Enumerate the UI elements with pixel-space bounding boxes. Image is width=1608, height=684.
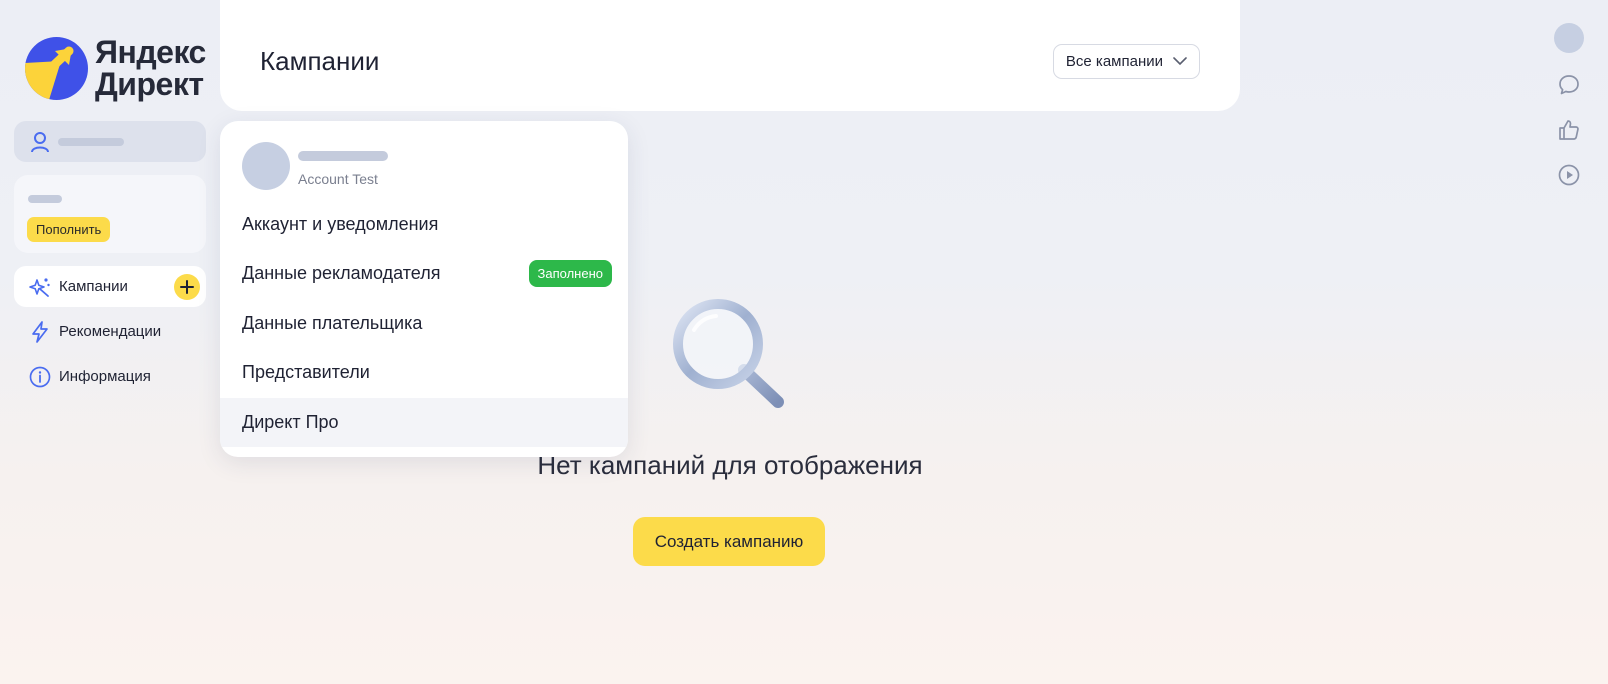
user-name-placeholder [298, 151, 388, 161]
add-campaign-button[interactable] [174, 274, 200, 300]
balance-placeholder [28, 195, 62, 203]
sidebar-item-information[interactable]: Информация [14, 356, 206, 397]
menu-item-label: Данные плательщика [242, 313, 423, 333]
filter-select-value: Все кампании [1065, 53, 1163, 70]
chevron-down-icon [1173, 53, 1187, 70]
menu-item-label: Директ Про [242, 412, 339, 432]
logo-text: Яндекс Директ [95, 34, 206, 102]
status-badge: Заполнено [528, 260, 612, 287]
sparkle-icon [29, 276, 51, 298]
menu-item-label: Аккаунт и уведомления [242, 214, 439, 234]
account-name: Account Test [298, 171, 378, 187]
play-icon[interactable] [1554, 160, 1584, 190]
topup-button[interactable]: Пополнить [27, 217, 111, 242]
user-icon [30, 131, 50, 153]
sidebar-item-recommendations[interactable]: Рекомендации [14, 311, 206, 352]
avatar [242, 142, 290, 190]
magnifier-icon [664, 296, 794, 414]
user-account-switcher[interactable] [14, 121, 206, 162]
balance-card: Пополнить [14, 175, 206, 253]
logo-circle-icon [25, 37, 88, 100]
sidebar-item-label: Кампании [59, 278, 128, 295]
sidebar-item-label: Рекомендации [59, 323, 162, 340]
user-menu-popup: Account Test Аккаунт и уведомления Данны… [220, 121, 628, 457]
thumbs-up-icon[interactable] [1554, 115, 1584, 145]
yandex-direct-logo[interactable]: Яндекс Директ [25, 36, 206, 102]
avatar[interactable] [1554, 23, 1584, 53]
campaign-filter-select[interactable]: Все кампании [1052, 44, 1200, 79]
page-title: Кампании [260, 46, 380, 76]
menu-item-advertiser-data[interactable]: Данные рекламодателя Заполнено [220, 249, 628, 298]
sidebar-item-label: Информация [59, 368, 151, 385]
menu-item-representatives[interactable]: Представители [220, 348, 628, 397]
menu-item-account-notifications[interactable]: Аккаунт и уведомления [220, 200, 628, 249]
menu-item-payer-data[interactable]: Данные плательщика [220, 299, 628, 348]
menu-item-label: Данные рекламодателя [242, 263, 441, 283]
page-header: Кампании Все кампании [220, 0, 1240, 111]
menu-item-label: Представители [242, 362, 370, 382]
sidebar-item-campaigns[interactable]: Кампании [14, 266, 206, 307]
chat-icon[interactable] [1554, 70, 1584, 100]
info-icon [29, 366, 51, 388]
menu-item-direct-pro[interactable]: Директ Про [220, 398, 628, 447]
user-name-placeholder [58, 137, 124, 146]
create-campaign-button[interactable]: Создать кампанию [633, 517, 825, 566]
lightning-icon [29, 320, 51, 343]
